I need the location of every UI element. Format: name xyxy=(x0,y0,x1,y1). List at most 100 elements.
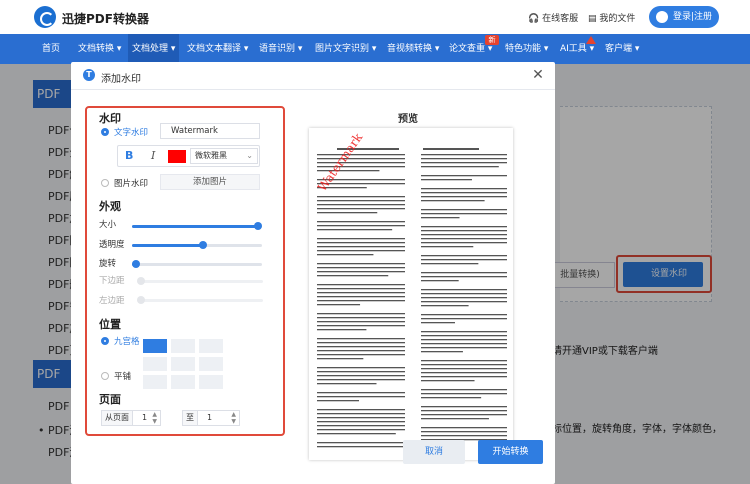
left-margin-knob[interactable] xyxy=(137,296,145,304)
preview-page: Watermark xyxy=(309,128,513,460)
preview-text-line xyxy=(421,393,507,395)
preview-text-line xyxy=(421,246,474,248)
preview-text-line xyxy=(317,421,405,423)
grid-cell-top-center[interactable] xyxy=(171,339,195,353)
preview-text-line xyxy=(317,425,405,427)
preview-text-line xyxy=(317,200,405,202)
rotation-slider[interactable] xyxy=(132,260,262,268)
my-files-link[interactable]: ▤ 我的文件 xyxy=(588,11,635,24)
preview-text-line xyxy=(421,389,507,391)
size-label: 大小 xyxy=(99,220,117,230)
to-page-label: 至 xyxy=(183,411,198,425)
nav-speech[interactable]: 语音识别 ▾ xyxy=(259,34,302,64)
opacity-slider-knob[interactable] xyxy=(199,241,207,249)
size-slider-knob[interactable] xyxy=(254,222,262,230)
preview-text-line xyxy=(317,196,405,198)
text-watermark-radio[interactable] xyxy=(101,128,109,136)
preview-text-line xyxy=(421,154,507,156)
preview-text-line xyxy=(421,410,507,412)
tile-radio[interactable] xyxy=(101,372,109,380)
preview-text-line xyxy=(317,288,405,290)
preview-text-line xyxy=(421,360,507,362)
preview-text-line xyxy=(421,406,507,408)
preview-text-line xyxy=(421,372,507,374)
preview-text-line xyxy=(421,230,507,232)
grid-cell-center[interactable] xyxy=(171,357,195,371)
preview-text-line xyxy=(421,331,507,333)
color-picker[interactable] xyxy=(168,150,186,163)
image-watermark-radio[interactable] xyxy=(101,179,109,187)
preview-text-line xyxy=(421,162,507,164)
bold-button[interactable]: B xyxy=(125,149,133,162)
nav-client[interactable]: 客户端 ▾ xyxy=(605,34,639,64)
preview-text-line xyxy=(421,318,507,320)
nav-features[interactable]: 特色功能 ▾ xyxy=(505,34,548,64)
preview-text-line xyxy=(421,234,507,236)
to-page-value[interactable]: 1 xyxy=(207,411,212,425)
preview-text-line xyxy=(317,346,405,348)
size-slider[interactable] xyxy=(132,222,262,230)
preview-text-line xyxy=(317,396,405,398)
preview-text-line xyxy=(421,213,507,215)
preview-text-line xyxy=(317,254,374,256)
preview-text-line xyxy=(317,204,405,206)
to-page-stepper[interactable]: 至 1 ▲ ▼ xyxy=(182,410,240,426)
preview-text-line xyxy=(421,368,507,370)
left-margin-slider[interactable] xyxy=(137,296,263,304)
opacity-slider-fill xyxy=(132,244,203,247)
nav-home[interactable]: 首页 xyxy=(42,34,60,64)
text-watermark-label: 文字水印 xyxy=(114,128,149,138)
nav-doc-process[interactable]: 文档处理 ▾ xyxy=(128,34,180,64)
preview-text-line xyxy=(421,259,507,261)
from-page-stepper[interactable]: 从页面 1 ▲ ▼ xyxy=(101,410,161,426)
preview-text-line xyxy=(421,276,507,278)
preview-text-line xyxy=(421,335,507,337)
nav-doc-convert[interactable]: 文档转换 ▾ xyxy=(78,34,121,64)
customer-service-link[interactable]: 🎧 在线客服 xyxy=(528,11,578,24)
grid-cell-top-right[interactable] xyxy=(199,339,223,353)
grid-cell-bottom-left[interactable] xyxy=(143,375,167,389)
section-watermark: 水印 xyxy=(99,112,121,125)
preview-text-line xyxy=(317,300,405,302)
bottom-margin-knob[interactable] xyxy=(137,277,145,285)
nav-ocr[interactable]: 图片文字识别 ▾ xyxy=(315,34,376,64)
italic-button[interactable]: I xyxy=(151,149,155,162)
preview-text-line xyxy=(317,383,377,385)
grid-cell-middle-right[interactable] xyxy=(199,357,223,371)
from-page-value[interactable]: 1 xyxy=(142,411,147,425)
watermark-settings-panel: 水印 文字水印 Watermark B I 微软雅黑 ⌄ 图片水印 添加图片 外… xyxy=(85,106,285,436)
login-button[interactable]: 登录|注册 xyxy=(649,6,719,28)
rotation-slider-knob[interactable] xyxy=(132,260,140,268)
opacity-label: 透明度 xyxy=(99,240,125,250)
grid-cell-bottom-right[interactable] xyxy=(199,375,223,389)
nav-av-convert[interactable]: 音视频转换 ▾ xyxy=(387,34,439,64)
nav-doc-translate[interactable]: 文档文本翻译 ▾ xyxy=(187,34,248,64)
preview-text-line xyxy=(421,418,489,420)
preview-text-line xyxy=(421,238,507,240)
preview-text-line xyxy=(317,354,405,356)
start-convert-button[interactable]: 开始转换 xyxy=(478,440,543,464)
opacity-slider[interactable] xyxy=(132,241,262,249)
preview-text-line xyxy=(421,364,507,366)
bottom-margin-slider[interactable] xyxy=(137,277,263,285)
brand-name: 迅捷PDF转换器 xyxy=(62,12,149,26)
add-image-button[interactable]: 添加图片 xyxy=(160,174,260,190)
cancel-button[interactable]: 取消 xyxy=(403,440,465,464)
grid-cell-middle-left[interactable] xyxy=(143,357,167,371)
ninegrid-radio[interactable] xyxy=(101,337,109,345)
preview-text-line xyxy=(421,435,507,437)
preview-text-line xyxy=(317,321,405,323)
grid-cell-bottom-center[interactable] xyxy=(171,375,195,389)
close-icon[interactable]: ✕ xyxy=(529,66,547,84)
preview-text-line xyxy=(317,350,405,352)
preview-text-line xyxy=(317,284,405,286)
grid-cell-top-left[interactable] xyxy=(143,339,167,353)
watermark-text-input[interactable]: Watermark xyxy=(160,123,260,139)
text-format-toolbar: B I 微软雅黑 ⌄ xyxy=(117,145,260,167)
font-select[interactable]: 微软雅黑 ⌄ xyxy=(190,148,258,164)
preview-text-line xyxy=(317,238,405,240)
stepper-arrows-icon[interactable]: ▲ ▼ xyxy=(231,411,236,425)
preview-text-line xyxy=(421,188,507,190)
stepper-arrows-icon[interactable]: ▲ ▼ xyxy=(152,411,157,425)
preview-text-line xyxy=(317,292,405,294)
